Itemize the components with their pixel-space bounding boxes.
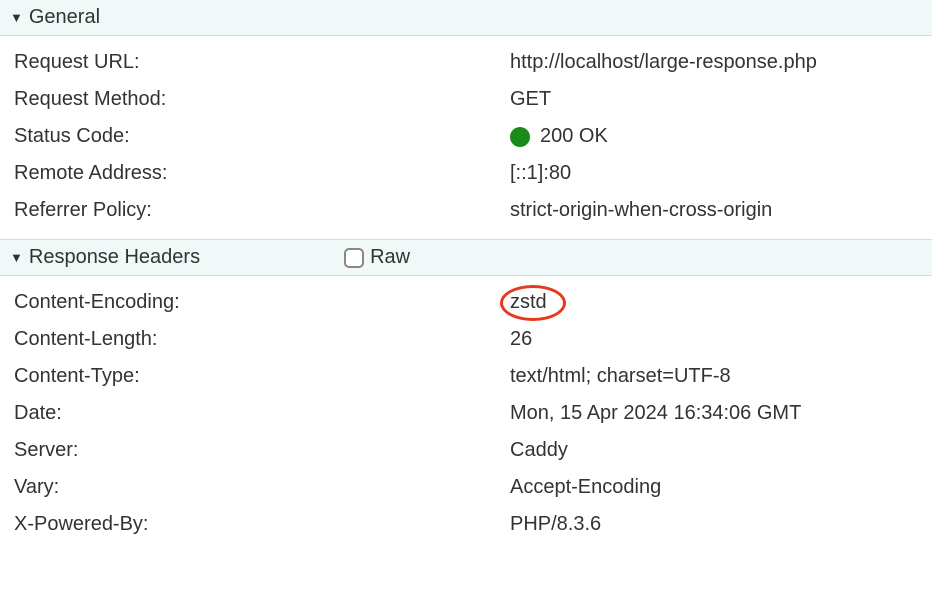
- raw-checkbox[interactable]: [344, 248, 364, 268]
- row-status-code: Status Code: 200 OK: [0, 118, 932, 155]
- row-content-length: Content-Length: 26: [0, 321, 932, 358]
- row-server: Server: Caddy: [0, 432, 932, 469]
- disclosure-triangle-icon: ▼: [10, 10, 23, 25]
- label: Referrer Policy:: [14, 199, 510, 222]
- value: PHP/8.3.6: [510, 513, 601, 536]
- section-title: General: [29, 6, 100, 29]
- row-content-encoding: Content-Encoding: zstd: [0, 284, 932, 321]
- row-request-url: Request URL: http://localhost/large-resp…: [0, 44, 932, 81]
- value: http://localhost/large-response.php: [510, 51, 817, 74]
- status-text: 200 OK: [540, 125, 608, 148]
- value: text/html; charset=UTF-8: [510, 365, 731, 388]
- raw-toggle-group: Raw: [344, 246, 410, 269]
- row-vary: Vary: Accept-Encoding: [0, 469, 932, 506]
- value: 26: [510, 328, 532, 351]
- status-dot-icon: [510, 127, 530, 147]
- label: Request URL:: [14, 51, 510, 74]
- disclosure-triangle-icon: ▼: [10, 250, 23, 265]
- label: Status Code:: [14, 125, 510, 148]
- value: GET: [510, 88, 551, 111]
- value: Accept-Encoding: [510, 476, 661, 499]
- row-referrer-policy: Referrer Policy: strict-origin-when-cros…: [0, 192, 932, 229]
- label: Content-Encoding:: [14, 291, 510, 314]
- row-request-method: Request Method: GET: [0, 81, 932, 118]
- label: Date:: [14, 402, 510, 425]
- row-x-powered-by: X-Powered-By: PHP/8.3.6: [0, 506, 932, 543]
- raw-label: Raw: [370, 246, 410, 269]
- value: [::1]:80: [510, 162, 571, 185]
- label: Content-Length:: [14, 328, 510, 351]
- label: Request Method:: [14, 88, 510, 111]
- value: strict-origin-when-cross-origin: [510, 199, 772, 222]
- response-headers-rows: Content-Encoding: zstd Content-Length: 2…: [0, 276, 932, 553]
- value-text: zstd: [510, 291, 547, 313]
- section-title: Response Headers: [29, 246, 200, 269]
- row-content-type: Content-Type: text/html; charset=UTF-8: [0, 358, 932, 395]
- general-rows: Request URL: http://localhost/large-resp…: [0, 36, 932, 239]
- label: Server:: [14, 439, 510, 462]
- value: Mon, 15 Apr 2024 16:34:06 GMT: [510, 402, 801, 425]
- section-header-general[interactable]: ▼ General: [0, 0, 932, 36]
- value: Caddy: [510, 439, 568, 462]
- highlighted-value: zstd: [510, 291, 547, 314]
- section-header-response-headers[interactable]: ▼ Response Headers Raw: [0, 239, 932, 276]
- label: Vary:: [14, 476, 510, 499]
- row-remote-address: Remote Address: [::1]:80: [0, 155, 932, 192]
- label: Remote Address:: [14, 162, 510, 185]
- label: Content-Type:: [14, 365, 510, 388]
- row-date: Date: Mon, 15 Apr 2024 16:34:06 GMT: [0, 395, 932, 432]
- value: 200 OK: [510, 125, 608, 148]
- label: X-Powered-By:: [14, 513, 510, 536]
- value: zstd: [510, 291, 547, 314]
